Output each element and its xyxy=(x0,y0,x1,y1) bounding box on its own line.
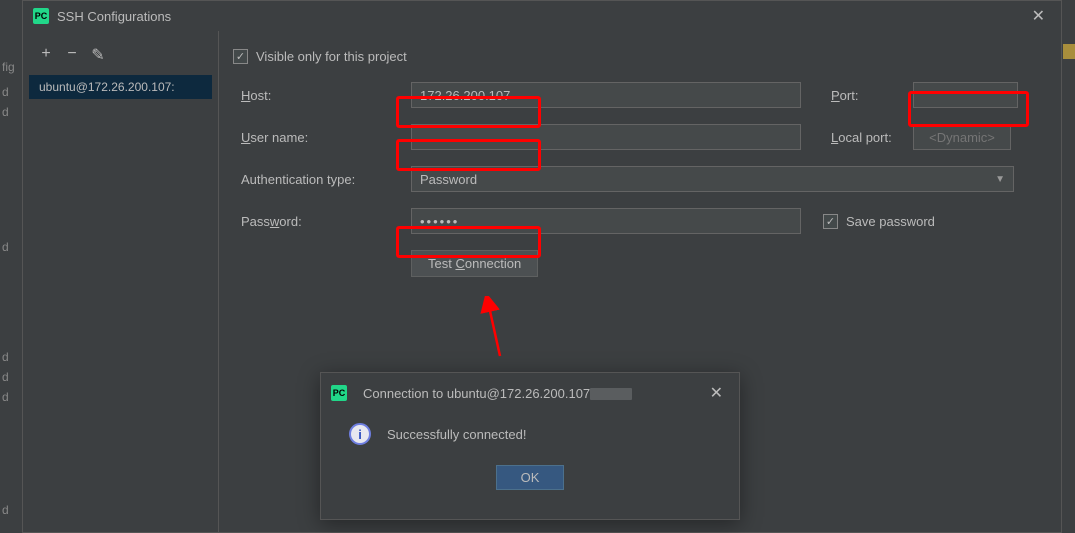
password-input[interactable] xyxy=(411,208,801,234)
pycharm-icon: PC xyxy=(33,8,49,24)
ok-button[interactable]: OK xyxy=(496,465,565,490)
save-password-checkbox[interactable]: ✓ xyxy=(823,214,838,229)
backdrop-text: d xyxy=(2,503,9,517)
add-button[interactable]: + xyxy=(37,45,55,65)
username-input[interactable] xyxy=(411,124,801,150)
title-bar: PC SSH Configurations ✕ xyxy=(23,1,1061,31)
username-label: User name: xyxy=(241,130,411,145)
config-list-panel: + − ✎ ubuntu@172.26.200.107: xyxy=(23,31,219,532)
backdrop-text: d xyxy=(2,105,9,119)
chevron-down-icon: ▼ xyxy=(995,174,1005,185)
host-input[interactable] xyxy=(411,82,801,108)
connection-result-popup: PC Connection to ubuntu@172.26.200.107 ✕… xyxy=(320,372,740,520)
save-password-label: Save password xyxy=(846,214,935,229)
port-label: Port: xyxy=(831,88,913,103)
pycharm-icon: PC xyxy=(331,385,347,401)
backdrop-text: d xyxy=(2,240,9,254)
config-list-item[interactable]: ubuntu@172.26.200.107: xyxy=(29,75,212,99)
close-icon[interactable]: ✕ xyxy=(1026,4,1051,28)
authtype-label: Authentication type: xyxy=(241,172,411,187)
list-toolbar: + − ✎ xyxy=(29,41,212,75)
remove-button[interactable]: − xyxy=(63,45,81,65)
authtype-value: Password xyxy=(420,172,477,187)
backdrop-text: d xyxy=(2,370,9,384)
blue-strip xyxy=(1063,497,1075,513)
port-input[interactable] xyxy=(913,82,1018,108)
close-icon[interactable]: ✕ xyxy=(704,381,729,405)
password-label: Password: xyxy=(241,214,411,229)
authtype-select[interactable]: Password ▼ xyxy=(411,166,1014,192)
backdrop-text: d xyxy=(2,85,9,99)
yellow-strip xyxy=(1063,44,1075,59)
popup-title: Connection to ubuntu@172.26.200.107 xyxy=(363,386,704,401)
test-connection-button[interactable]: Test Connection xyxy=(411,250,538,277)
visible-only-checkbox[interactable]: ✓ xyxy=(233,49,248,64)
info-icon: i xyxy=(349,423,371,445)
backdrop-text: d xyxy=(2,390,9,404)
backdrop-text: d xyxy=(2,350,9,364)
localport-input[interactable] xyxy=(913,124,1011,150)
localport-label: Local port: xyxy=(831,130,913,145)
backdrop-text: fig xyxy=(2,60,15,74)
dialog-title: SSH Configurations xyxy=(57,9,1026,24)
popup-message: Successfully connected! xyxy=(387,427,526,442)
host-label: Host: xyxy=(241,88,411,103)
visible-only-label: Visible only for this project xyxy=(256,49,407,64)
edit-button[interactable]: ✎ xyxy=(89,45,107,65)
